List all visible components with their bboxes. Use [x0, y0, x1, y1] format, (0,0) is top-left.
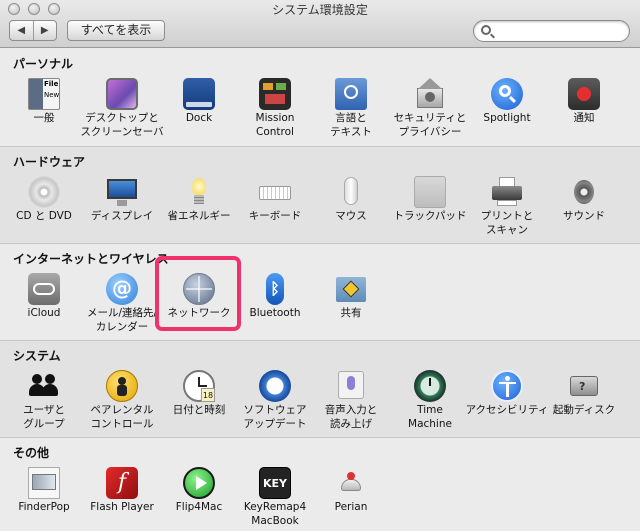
bluetooth-icon: ᛒ	[266, 273, 284, 305]
parental-icon	[106, 370, 138, 402]
energy-icon	[183, 176, 215, 208]
update-icon	[259, 370, 291, 402]
microphone-icon	[335, 370, 367, 402]
printer-icon	[491, 176, 523, 208]
system-preferences-window: システム環境設定 ◀ ▶ すべてを表示 パーソナル File New 一般 デス…	[0, 0, 640, 531]
flip4mac-icon	[183, 467, 215, 499]
sharing-icon	[335, 273, 367, 305]
keyremap-icon: KEY	[259, 467, 291, 499]
back-button[interactable]: ◀	[10, 21, 34, 40]
section-title: その他	[13, 446, 50, 460]
desktop-icon	[106, 78, 138, 110]
pane-sound[interactable]: サウンド	[538, 176, 630, 223]
show-all-button[interactable]: すべてを表示	[67, 20, 165, 41]
keyboard-icon	[259, 176, 291, 208]
perian-icon	[335, 467, 367, 499]
icloud-icon	[28, 273, 60, 305]
spotlight-icon	[491, 78, 523, 110]
section-title: システム	[13, 349, 61, 363]
section-title: ハードウェア	[13, 155, 86, 169]
cd-icon	[28, 176, 60, 208]
sound-icon	[568, 176, 600, 208]
section-other: その他 FinderPop f Flash Player Flip4Mac KE…	[0, 437, 640, 531]
pane-sharing[interactable]: 共有	[305, 273, 397, 320]
back-arrow-icon: ◀	[17, 25, 26, 36]
general-icon: File New	[28, 78, 60, 110]
mission-control-icon	[259, 78, 291, 110]
forward-arrow-icon: ▶	[40, 25, 49, 36]
mouse-icon	[335, 176, 367, 208]
flash-icon: f	[106, 467, 138, 499]
section-system: システム ユーザと グループ ペアレンタル コントロール 18 日付と時刻 ソフ…	[0, 340, 640, 437]
display-icon	[106, 176, 138, 208]
startup-disk-icon: ?	[568, 370, 600, 402]
clock-icon: 18	[183, 370, 215, 402]
mail-icon: @	[106, 273, 138, 305]
accessibility-icon	[491, 370, 523, 402]
section-hardware: ハードウェア CD と DVD ディスプレイ 省エネルギー キーボード マウス …	[0, 146, 640, 243]
title-bar: システム環境設定 ◀ ▶ すべてを表示	[0, 0, 640, 48]
section-personal: パーソナル File New 一般 デスクトップと スクリーンセーバ Dock	[0, 49, 640, 145]
section-internet-wireless: インターネットとワイヤレス iCloud @ メール/連絡先/ カレンダー ネッ…	[0, 243, 640, 340]
back-forward-buttons: ◀ ▶	[9, 20, 57, 41]
time-machine-icon	[414, 370, 446, 402]
security-icon	[414, 78, 446, 110]
section-title: パーソナル	[13, 57, 74, 71]
finderpop-icon	[28, 467, 60, 499]
search-input[interactable]	[498, 23, 623, 39]
search-field[interactable]	[473, 20, 630, 42]
pane-startup-disk[interactable]: ? 起動ディスク	[538, 370, 630, 417]
search-icon	[481, 25, 491, 35]
trackpad-icon	[414, 176, 446, 208]
language-icon	[335, 78, 367, 110]
section-title: インターネットとワイヤレス	[13, 252, 169, 266]
network-highlight-box	[155, 256, 241, 331]
notifications-icon	[568, 78, 600, 110]
pane-notifications[interactable]: 通知	[538, 78, 630, 125]
pane-perian[interactable]: Perian	[305, 467, 397, 514]
users-icon	[28, 370, 60, 402]
dock-icon	[183, 78, 215, 110]
window-title: システム環境設定	[272, 3, 368, 17]
forward-button[interactable]: ▶	[34, 21, 57, 40]
